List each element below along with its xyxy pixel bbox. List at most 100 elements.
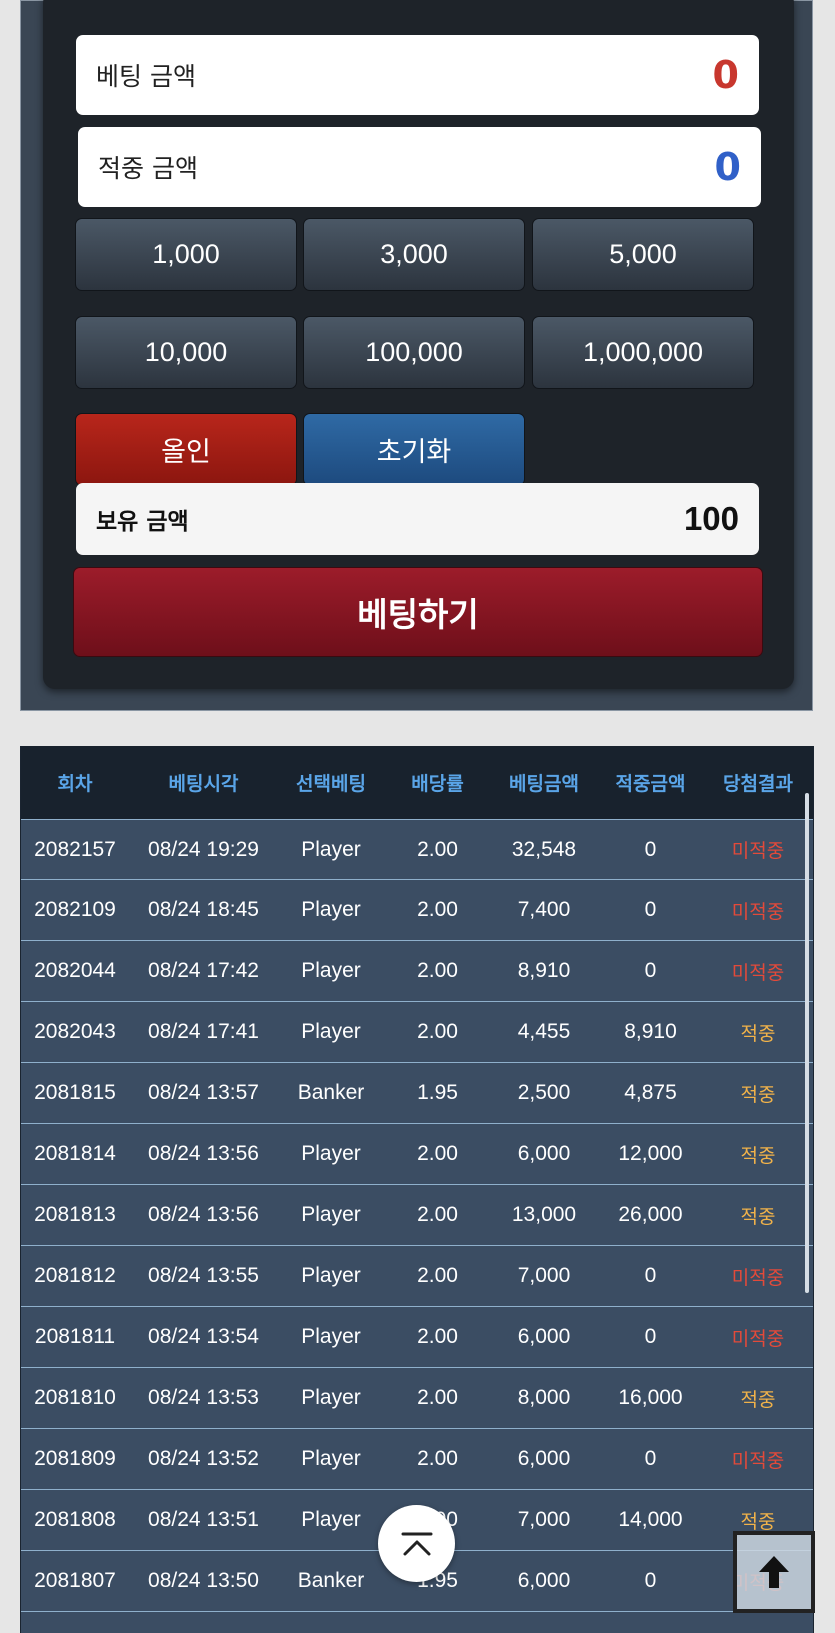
cell-selection: Player xyxy=(301,898,361,921)
cell-result: 미적중 xyxy=(731,1327,785,1350)
cell-odds: 2.00 xyxy=(417,1020,458,1043)
table-row: 2082043 08/24 17:41 Player 2.00 4,455 8,910 적중 xyxy=(21,1002,813,1063)
table-row: 2081813 08/24 13:56 Player 2.00 13,000 26,000… xyxy=(21,1185,813,1246)
cell-selection: Player xyxy=(301,1264,361,1287)
cell-round: 2081813 xyxy=(34,1203,116,1226)
place-bet-button[interactable]: 베팅하기 xyxy=(73,567,763,657)
cell-bet-time: 08/24 13:56 xyxy=(148,1203,259,1226)
cell-round: 2081809 xyxy=(34,1447,116,1470)
cell-odds: 2.00 xyxy=(417,1203,458,1226)
cell-odds: 2.00 xyxy=(417,1325,458,1348)
cell-bet-amount: 4,455 xyxy=(517,1020,571,1043)
bet-history-table[interactable]: 회차 베팅시각 선택베팅 배당률 베팅금액 적중금액 당첨결과 2082157 0… xyxy=(20,746,814,1633)
bet-amount-label: 베팅 금액 xyxy=(96,62,196,91)
cell-odds: 2.00 xyxy=(417,1447,458,1470)
bet-amount-value: 0 xyxy=(712,53,739,97)
cell-result: 적중 xyxy=(740,1510,776,1533)
bet-panel-container: 베팅 금액 0 적중 금액 0 1,000 3,000 5,000 10,000… xyxy=(20,0,813,711)
chip-100000-button[interactable]: 100,000 xyxy=(303,316,525,389)
cell-round: 2081807 xyxy=(34,1569,116,1592)
cell-round: 2081808 xyxy=(34,1508,116,1531)
cell-win-amount: 4,875 xyxy=(624,1081,677,1104)
win-amount-label: 적중 금액 xyxy=(98,154,198,183)
table-row: 2081815 08/24 13:57 Banker 1.95 2,500 4,875 적중 xyxy=(21,1063,813,1124)
cell-bet-amount: 6,000 xyxy=(517,1325,571,1348)
cell-odds: 1.95 xyxy=(417,1081,458,1104)
table-row: 2081809 08/24 13:52 Player 2.00 6,000 0 미적중 xyxy=(21,1429,813,1490)
cell-bet-amount: 13,000 xyxy=(511,1203,577,1226)
cell-bet-time: 08/24 13:50 xyxy=(148,1569,259,1592)
table-scrollbar[interactable] xyxy=(805,793,809,1293)
cell-bet-amount: 7,000 xyxy=(517,1264,571,1287)
cell-bet-time: 08/24 17:41 xyxy=(148,1020,259,1043)
cell-round: 2082157 xyxy=(34,837,116,861)
table-row: 2082157 08/24 19:29 Player 2.00 32,548 0 미적중 xyxy=(21,819,813,880)
chevron-up-icon xyxy=(401,1532,432,1555)
cell-win-amount: 0 xyxy=(644,959,657,982)
chip-10000-button[interactable]: 10,000 xyxy=(75,316,297,389)
cell-bet-amount: 2,500 xyxy=(517,1081,571,1104)
scroll-to-top-square-button[interactable] xyxy=(733,1531,815,1613)
scroll-to-top-circle-button[interactable] xyxy=(378,1505,455,1582)
cell-selection: Player xyxy=(301,959,361,982)
cell-odds: 2.00 xyxy=(417,1142,458,1165)
table-row: 2081811 08/24 13:54 Player 2.00 6,000 0 미적중 xyxy=(21,1307,813,1368)
win-amount-value: 0 xyxy=(714,145,741,189)
cell-win-amount: 26,000 xyxy=(618,1203,683,1226)
cell-round: 2081812 xyxy=(34,1264,116,1287)
cell-round: 2081810 xyxy=(34,1386,116,1409)
cell-odds: 2.00 xyxy=(417,898,458,921)
bet-amount-box: 베팅 금액 0 xyxy=(76,35,759,115)
cell-win-amount: 0 xyxy=(644,1447,657,1470)
cell-round: 2082043 xyxy=(34,1020,116,1043)
chip-3000-button[interactable]: 3,000 xyxy=(303,218,525,291)
cell-win-amount: 0 xyxy=(644,898,657,921)
cell-win-amount: 0 xyxy=(644,1569,657,1592)
cell-selection: Banker xyxy=(297,1569,365,1592)
cell-selection: Player xyxy=(301,1020,361,1043)
cell-win-amount: 0 xyxy=(644,1264,657,1287)
cell-bet-amount: 6,000 xyxy=(517,1569,571,1592)
reset-button[interactable]: 초기화 xyxy=(303,413,525,486)
cell-bet-time: 08/24 13:54 xyxy=(148,1325,259,1348)
cell-selection: Player xyxy=(301,1325,361,1348)
header-bet-amount: 베팅금액 xyxy=(509,773,579,795)
cell-selection: Player xyxy=(301,1447,361,1470)
header-win-amount: 적중금액 xyxy=(615,773,686,795)
win-amount-box: 적중 금액 0 xyxy=(78,127,761,207)
cell-selection: Player xyxy=(301,837,361,861)
cell-odds: 2.00 xyxy=(417,1264,458,1287)
cell-result: 미적중 xyxy=(731,1266,785,1289)
cell-round: 2081814 xyxy=(34,1142,116,1165)
header-odds: 배당률 xyxy=(411,773,464,795)
cell-bet-time: 08/24 13:52 xyxy=(148,1447,259,1470)
all-in-button[interactable]: 올인 xyxy=(75,413,297,486)
chip-1000000-button[interactable]: 1,000,000 xyxy=(532,316,754,389)
table-row: 2082109 08/24 18:45 Player 2.00 7,400 0 미적중 xyxy=(21,880,813,941)
cell-result: 미적중 xyxy=(731,961,785,984)
cell-bet-time: 08/24 18:45 xyxy=(148,898,259,921)
cell-win-amount: 16,000 xyxy=(618,1386,683,1409)
cell-selection: Banker xyxy=(297,1081,365,1104)
cell-bet-amount: 7,400 xyxy=(517,898,571,921)
chip-1000-button[interactable]: 1,000 xyxy=(75,218,297,291)
cell-round: 2081815 xyxy=(34,1081,116,1104)
cell-bet-amount: 6,000 xyxy=(517,1142,571,1165)
cell-selection: Player xyxy=(301,1508,361,1531)
table-row: 2082044 08/24 17:42 Player 2.00 8,910 0 미적중 xyxy=(21,941,813,1002)
cell-win-amount: 0 xyxy=(644,837,657,861)
table-row: 2081814 08/24 13:56 Player 2.00 6,000 12,000 적… xyxy=(21,1124,813,1185)
cell-result: 적중 xyxy=(740,1144,776,1167)
cell-bet-time: 08/24 17:42 xyxy=(148,959,259,982)
cell-bet-time: 08/24 13:55 xyxy=(148,1264,259,1287)
cell-round: 2081811 xyxy=(34,1325,116,1348)
cell-bet-amount: 6,000 xyxy=(517,1447,571,1470)
cell-bet-amount: 7,000 xyxy=(517,1508,571,1531)
cell-odds: 2.00 xyxy=(417,837,458,861)
chip-5000-button[interactable]: 5,000 xyxy=(532,218,754,291)
cell-selection: Player xyxy=(301,1203,361,1226)
cell-result: 미적중 xyxy=(731,900,785,923)
cell-bet-time: 08/24 13:53 xyxy=(148,1386,259,1409)
table-row: 2081812 08/24 13:55 Player 2.00 7,000 0 미적중 xyxy=(21,1246,813,1307)
cell-bet-amount: 32,548 xyxy=(511,837,577,861)
